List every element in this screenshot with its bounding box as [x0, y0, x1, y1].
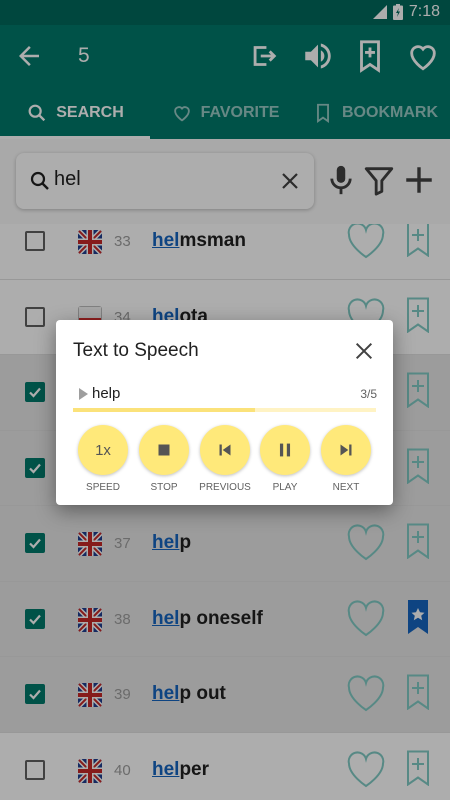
play-button[interactable] [260, 425, 310, 475]
progress-text: 3/5 [360, 387, 377, 401]
previous-control[interactable]: PREVIOUS [199, 425, 251, 493]
progress-fill [73, 408, 255, 412]
speed-label: SPEED [86, 482, 120, 493]
next-button[interactable] [321, 425, 371, 475]
previous-button[interactable] [200, 425, 250, 475]
dialog-title: Text to Speech [73, 340, 199, 361]
play-label: PLAY [272, 482, 298, 493]
skip-next-icon [340, 444, 352, 456]
pause-icon [279, 443, 291, 457]
tts-dialog: Text to Speech help 3/5 1x SPEED STOP PR… [56, 320, 393, 505]
stop-button[interactable] [139, 425, 189, 475]
speed-control[interactable]: 1x SPEED [77, 425, 129, 493]
skip-previous-icon [219, 444, 231, 456]
speed-button[interactable]: 1x [78, 425, 128, 475]
progress-bar [73, 408, 376, 412]
current-word: help [92, 385, 121, 402]
speed-value: 1x [95, 441, 111, 459]
stop-label: STOP [150, 482, 178, 493]
stop-control[interactable]: STOP [138, 425, 190, 493]
close-icon[interactable] [353, 340, 375, 362]
next-control[interactable]: NEXT [320, 425, 372, 493]
previous-label: PREVIOUS [199, 482, 251, 493]
play-control[interactable]: PLAY [259, 425, 311, 493]
stop-icon [158, 444, 170, 456]
next-label: NEXT [332, 482, 360, 493]
play-indicator-icon [79, 388, 88, 400]
